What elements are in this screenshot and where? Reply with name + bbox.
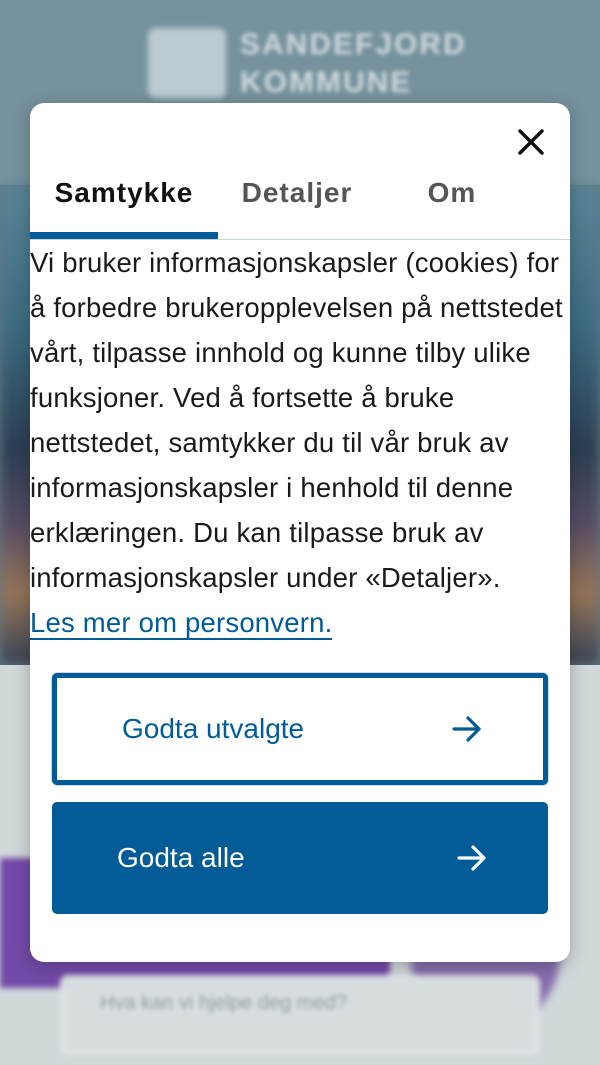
consent-text: Vi bruker informasjonskapsler (cookies) … [30, 247, 563, 593]
active-tab-indicator [30, 232, 218, 239]
arrow-right-icon [452, 716, 481, 742]
cookie-consent-dialog: Samtykke Detaljer Om Vi bruker informasj… [30, 103, 570, 962]
close-button[interactable] [516, 127, 546, 157]
tab-om[interactable]: Om [376, 163, 528, 223]
close-icon [518, 129, 544, 155]
tab-detaljer[interactable]: Detaljer [218, 163, 376, 223]
accept-all-button[interactable]: Godta alle [52, 802, 548, 914]
accept-selected-label: Godta utvalgte [122, 713, 305, 744]
privacy-link[interactable]: Les mer om personvern. [30, 607, 333, 640]
accept-all-label: Godta alle [117, 842, 245, 873]
arrow-right-icon [457, 845, 486, 871]
accept-selected-button[interactable]: Godta utvalgte [52, 673, 548, 785]
tab-samtykke[interactable]: Samtykke [30, 163, 218, 223]
consent-description: Vi bruker informasjonskapsler (cookies) … [30, 240, 570, 645]
